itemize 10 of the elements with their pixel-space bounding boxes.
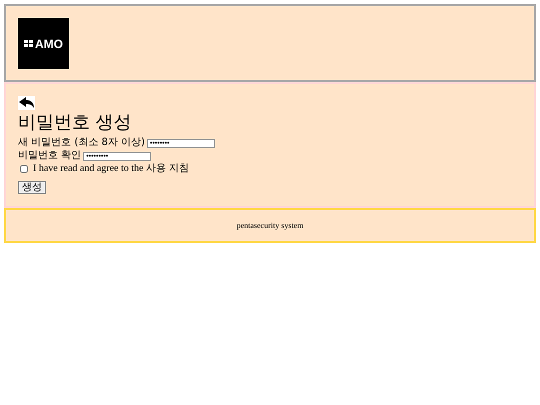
field-label: 새 비밀번호 (최소 8자 이상) — [18, 137, 145, 149]
page-title: 비밀번호 생성 — [18, 112, 133, 134]
create-button[interactable]: 생성 — [18, 181, 46, 194]
back-arrow-icon[interactable] — [18, 96, 35, 110]
logo-text: AMO — [35, 36, 63, 50]
grid-dots-icon — [24, 40, 33, 47]
field-label: 비밀번호 확인 — [18, 150, 82, 162]
agree-text: I have read and agree to the 사용 지침 — [33, 163, 190, 175]
agree-checkbox[interactable] — [20, 165, 28, 173]
footer-text: pentasecurity system — [236, 221, 304, 230]
